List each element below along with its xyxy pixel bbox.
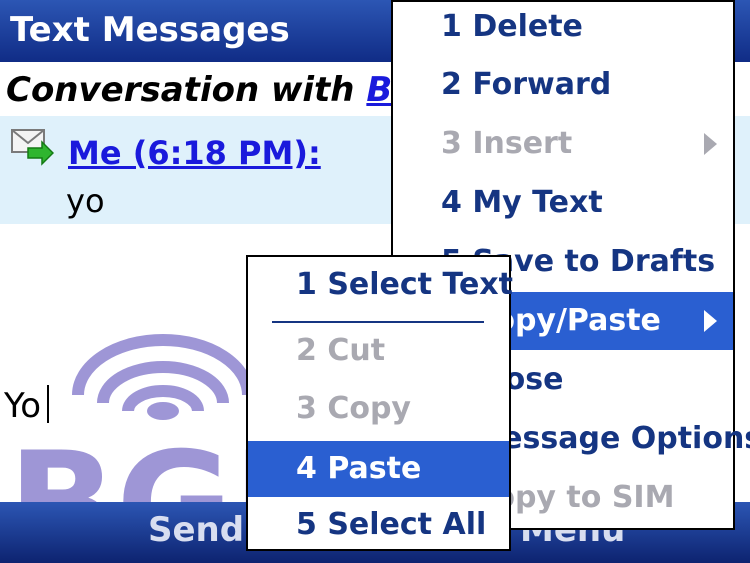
conversation-header: Conversation with B G xyxy=(6,70,432,110)
submenu-item-cut[interactable]: 2 Cut xyxy=(248,323,509,379)
menu-item-forward[interactable]: 2 Forward xyxy=(393,56,733,114)
app-title: Text Messages xyxy=(10,10,290,50)
message-body: yo xyxy=(66,182,105,220)
submenu-item-label: 2 Cut xyxy=(296,333,386,368)
submenu-item-label: 1 Select Text xyxy=(296,267,513,302)
submenu-item-label: 5 Select All xyxy=(296,507,487,542)
menu-item-label: 3 Insert xyxy=(441,126,573,161)
copy-paste-submenu: 1 Select Text 2 Cut 3 Copy 4 Paste 5 Sel… xyxy=(246,255,513,553)
message-sender[interactable]: Me (6:18 PM): xyxy=(68,134,321,172)
menu-item-delete[interactable]: 1 Delete xyxy=(393,0,733,56)
submenu-arrow-icon xyxy=(704,133,717,155)
menu-item-insert[interactable]: 3 Insert xyxy=(393,115,733,173)
submenu-item-select-all[interactable]: 5 Select All xyxy=(248,497,509,553)
submenu-item-copy[interactable]: 3 Copy xyxy=(248,381,509,437)
send-softkey[interactable]: Send xyxy=(148,510,244,550)
submenu-item-select-text[interactable]: 1 Select Text xyxy=(248,257,513,313)
envelope-arrow-icon xyxy=(11,129,54,166)
menu-item-my-text[interactable]: 4 My Text xyxy=(393,174,733,232)
submenu-arrow-icon xyxy=(704,310,717,332)
conversation-prefix: Conversation with xyxy=(6,70,367,110)
menu-item-label: 4 My Text xyxy=(441,185,603,220)
menu-item-label: 2 Forward xyxy=(441,67,612,102)
menu-item-label: 1 Delete xyxy=(441,9,583,44)
submenu-item-paste[interactable]: 4 Paste xyxy=(248,441,509,497)
submenu-item-label: 3 Copy xyxy=(296,391,411,426)
submenu-item-label: 4 Paste xyxy=(296,451,422,486)
